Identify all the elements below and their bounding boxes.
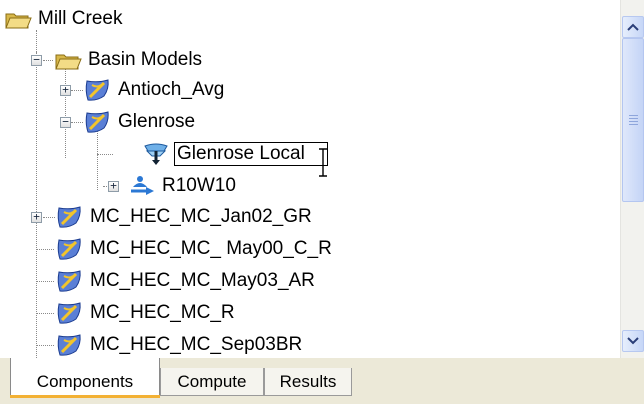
basin-model-icon [56, 236, 84, 262]
tree-node-label: MC_HEC_MC_May03_AR [90, 270, 315, 291]
tree-node-basin-models[interactable]: Basin Models [54, 45, 204, 75]
tree-connector [36, 249, 54, 250]
basin-model-icon [56, 300, 84, 326]
basin-model-icon [56, 268, 84, 294]
collapse-glenrose-button[interactable]: − [60, 116, 71, 128]
tree-node-label: Glenrose [118, 111, 196, 132]
tab-label: Results [279, 371, 337, 391]
tree-node-sep03br[interactable]: MC_HEC_MC_Sep03BR [56, 330, 304, 358]
basin-model-icon [56, 332, 84, 358]
tree-node-mill-creek[interactable]: Mill Creek [4, 4, 124, 34]
expand-r10w10-button[interactable]: + [108, 180, 119, 192]
tab-label: Components [36, 371, 134, 391]
expand-antioch-avg-button[interactable]: + [60, 84, 71, 96]
rename-field[interactable]: Glenrose Local [174, 142, 328, 166]
scroll-up-button[interactable] [622, 16, 644, 38]
collapse-basin-models-button[interactable]: − [31, 54, 42, 66]
expand-jan02-gr-button[interactable]: + [31, 211, 42, 223]
subbasin-icon [142, 141, 170, 167]
tree-node-label: MC_HEC_MC_ May00_C_R [90, 238, 332, 259]
scroll-down-button[interactable] [622, 330, 644, 352]
tree-connector [43, 217, 55, 218]
scroll-thumb[interactable] [622, 38, 644, 202]
tree-node-jan02-gr[interactable]: MC_HEC_MC_Jan02_GR [56, 202, 314, 232]
tree-connector [36, 313, 54, 314]
tab-compute[interactable]: Compute [160, 368, 264, 396]
tree-node-mc-hec-mc-r[interactable]: MC_HEC_MC_R [56, 298, 237, 328]
tab-label: Compute [177, 371, 247, 391]
tree-node-glenrose-local[interactable]: Glenrose Local [142, 139, 328, 169]
tree-connector [36, 281, 54, 282]
folder-open-icon [4, 6, 32, 32]
chevron-down-icon [627, 337, 639, 345]
basin-model-icon [84, 109, 112, 135]
vertical-scrollbar[interactable] [620, 0, 644, 358]
explorer-tab-bar: Components Compute Results [0, 358, 644, 404]
tree-connector [65, 68, 66, 158]
tree-node-may03-ar[interactable]: MC_HEC_MC_May03_AR [56, 266, 317, 296]
tree-connector [43, 60, 53, 61]
tree-connector [97, 154, 113, 155]
tree-connector [71, 122, 83, 123]
tree-node-glenrose[interactable]: Glenrose [84, 107, 197, 137]
watershed-explorer-tree[interactable]: − + − + + Mill Creek Basin Models Antioc… [0, 0, 620, 358]
tab-components[interactable]: Components [10, 358, 160, 398]
grip-icon [629, 115, 638, 127]
tree-node-label: Mill Creek [38, 8, 123, 29]
chevron-up-icon [627, 23, 639, 31]
basin-model-icon [84, 77, 112, 103]
tree-node-label: MC_HEC_MC_Sep03BR [90, 334, 303, 355]
basin-model-icon [56, 204, 84, 230]
tree-connector [36, 345, 54, 346]
i-beam-cursor-icon [318, 148, 328, 178]
tree-node-r10w10[interactable]: R10W10 [128, 171, 238, 201]
tree-node-label: Basin Models [88, 49, 203, 70]
tree-node-may00-c-r[interactable]: MC_HEC_MC_ May00_C_R [56, 234, 334, 264]
reach-icon [128, 173, 156, 199]
tree-node-label: R10W10 [162, 175, 236, 196]
folder-open-icon [54, 47, 82, 73]
tree-connector [71, 90, 83, 91]
tab-results[interactable]: Results [264, 368, 352, 396]
tree-node-label: MC_HEC_MC_Jan02_GR [90, 206, 312, 227]
tree-node-label: Antioch_Avg [118, 79, 225, 100]
tree-node-antioch-avg[interactable]: Antioch_Avg [84, 75, 226, 105]
tree-connector [97, 128, 98, 190]
tree-node-label: MC_HEC_MC_R [90, 302, 235, 323]
